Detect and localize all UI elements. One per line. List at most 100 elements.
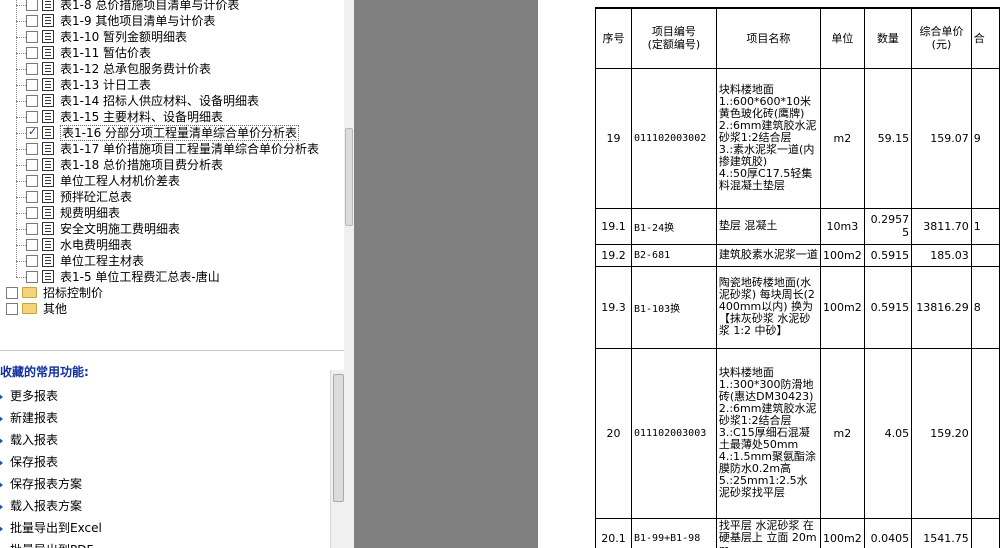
report-document-icon bbox=[42, 0, 54, 11]
cell-qty: 59.15 bbox=[863, 67, 913, 209]
tree-item[interactable]: 单位工程人材机价差表 bbox=[16, 165, 181, 189]
report-document-icon bbox=[42, 222, 54, 235]
tree-item-label: 表1-17 单价措施项目工程量清单综合单价分析表 bbox=[60, 142, 320, 156]
report-document-icon bbox=[42, 270, 54, 283]
tree-item[interactable]: 表1-8 总价措施项目清单与计价表 bbox=[16, 0, 239, 13]
favorite-link[interactable]: 批量导出到Excel bbox=[0, 519, 102, 537]
tree-connector bbox=[16, 197, 26, 198]
cell-next bbox=[970, 347, 1000, 519]
tree-item-checkbox[interactable] bbox=[26, 142, 38, 155]
cell-name: 找平层 水泥砂浆 在硬基层上 立面 20mm bbox=[715, 517, 822, 548]
cell-seq: 20.1 bbox=[595, 517, 632, 548]
tree-item-checkbox[interactable] bbox=[26, 270, 38, 283]
report-page: 序号 项目编号 (定额编号) 项目名称 单位 数量 综合单价 (元) 合 19 0… bbox=[538, 0, 1000, 548]
table-row: 19.3 B1-103换 陶瓷地砖楼地面(水泥砂浆) 每块周长(2400mm以内) … bbox=[595, 265, 1000, 349]
tree-item[interactable]: 安全文明施工费明细表 bbox=[16, 213, 180, 237]
cell-qty: 0.5915 bbox=[863, 243, 913, 267]
report-document-icon bbox=[42, 174, 54, 187]
tree-item-checkbox[interactable] bbox=[26, 46, 38, 59]
tree-item-checkbox[interactable] bbox=[26, 14, 38, 27]
favorite-link-label: 保存报表 bbox=[10, 455, 59, 469]
tree-item-checkbox[interactable] bbox=[26, 174, 38, 187]
report-document-icon bbox=[42, 206, 54, 219]
tree-connector-vertical bbox=[16, 85, 17, 101]
favorite-link-label: 保存报表方案 bbox=[10, 477, 83, 491]
tree-item[interactable]: 表1-17 单价措施项目工程量清单综合单价分析表 bbox=[16, 133, 320, 157]
tree-item[interactable]: 水电费明细表 bbox=[16, 229, 132, 253]
tree-item[interactable]: 表1-9 其他项目清单与计价表 bbox=[16, 5, 215, 29]
tree-folder[interactable]: 其他 bbox=[6, 301, 67, 317]
tree-item-checkbox[interactable] bbox=[26, 222, 38, 235]
favorites-panel: 收藏的常用功能: 更多报表 新建报表 载入报表 保存报表 保存报表方案 载入报表方案 批量导… bbox=[0, 350, 344, 548]
tree-item-checkbox[interactable] bbox=[26, 158, 38, 171]
tree-connector bbox=[16, 101, 26, 102]
favorite-link[interactable]: 载入报表 bbox=[0, 431, 58, 449]
cell-seq: 19 bbox=[595, 67, 632, 209]
folder-icon bbox=[22, 303, 37, 314]
tree-item[interactable]: 表1-15 主要材料、设备明细表 bbox=[16, 101, 223, 125]
favorite-link-label: 更多报表 bbox=[10, 389, 59, 403]
tree-connector bbox=[16, 117, 26, 118]
tree-connector-vertical bbox=[16, 37, 17, 53]
header-price: 综合单价 (元) bbox=[911, 7, 972, 69]
tree-item-checkbox[interactable] bbox=[26, 254, 38, 267]
tree-folder-label: 其他 bbox=[43, 302, 68, 316]
tree-connector-vertical bbox=[16, 165, 17, 181]
tree-item-checkbox[interactable] bbox=[26, 238, 38, 251]
tree-connector-vertical bbox=[16, 229, 17, 245]
tree-item-checkbox[interactable] bbox=[26, 124, 38, 140]
favorite-link-label: 批量导出到Excel bbox=[10, 521, 102, 535]
tree-item[interactable]: 表1-11 暂估价表 bbox=[16, 37, 151, 61]
favorite-link[interactable]: 新建报表 bbox=[0, 409, 58, 427]
tree-item[interactable]: 单位工程主材表 bbox=[16, 245, 144, 269]
tree-item-checkbox[interactable] bbox=[26, 62, 38, 75]
table-row: 19.1 B1-24换 垫层 混凝土 10m3 0.2957 5 3811.70 1 bbox=[595, 207, 1000, 245]
tree-item[interactable]: 表1-14 招标人供应材料、设备明细表 bbox=[16, 85, 259, 109]
tree-item[interactable]: 表1-5 单位工程费汇总表-唐山 bbox=[16, 261, 220, 285]
tree-item-checkbox[interactable] bbox=[26, 0, 38, 11]
tree-item[interactable]: 表1-16 分部分项工程量清单综合单价分析表 bbox=[16, 117, 300, 141]
tree-item-checkbox[interactable] bbox=[26, 78, 38, 91]
favorites-scrollbar[interactable] bbox=[330, 370, 346, 548]
tree-item[interactable]: 表1-13 计日工表 bbox=[16, 69, 151, 93]
tree-item[interactable]: 预拌砼汇总表 bbox=[16, 181, 132, 205]
arrow-right-icon bbox=[0, 480, 3, 489]
cell-unit: m2 bbox=[820, 67, 865, 209]
tree-item-checkbox[interactable] bbox=[26, 94, 38, 107]
cell-next: 9 bbox=[970, 67, 1000, 209]
favorites-scrollbar-thumb[interactable] bbox=[333, 374, 344, 502]
tree-item[interactable]: 表1-10 暂列金额明细表 bbox=[16, 21, 187, 45]
tree-item-checkbox[interactable] bbox=[26, 30, 38, 43]
cell-seq: 20 bbox=[595, 347, 632, 519]
report-document-icon bbox=[42, 238, 54, 251]
tree-folder-checkbox[interactable] bbox=[6, 286, 18, 299]
tree-item-checkbox[interactable] bbox=[26, 206, 38, 219]
tree-item[interactable]: 表1-12 总承包服务费计价表 bbox=[16, 53, 211, 77]
tree-item-checkbox[interactable] bbox=[26, 190, 38, 203]
tree-item-label: 单位工程人材机价差表 bbox=[60, 174, 181, 188]
tree-connector bbox=[16, 37, 26, 38]
tree-connector-vertical bbox=[16, 117, 17, 133]
tree-item-label: 表1-18 总价措施项目费分析表 bbox=[60, 158, 224, 172]
tree-item[interactable]: 规费明细表 bbox=[16, 197, 120, 221]
favorite-link[interactable]: 更多报表 bbox=[0, 387, 58, 405]
table-row: 20.1B1-99+B1-98找平层 水泥砂浆 在硬基层上 立面 20mm100… bbox=[595, 517, 1000, 548]
favorite-link[interactable]: 载入报表方案 bbox=[0, 497, 82, 515]
tree-connector-vertical bbox=[16, 261, 17, 277]
favorite-link[interactable]: 保存报表方案 bbox=[0, 475, 82, 493]
report-tree[interactable]: 表1-8 总价措施项目清单与计价表 表1-9 其他项目清单与计价表 表1-10 暂列… bbox=[0, 0, 348, 340]
tree-folder[interactable]: 招标控制价 bbox=[6, 285, 103, 301]
favorite-link[interactable]: 保存报表 bbox=[0, 453, 58, 471]
tree-scrollbar-thumb[interactable] bbox=[345, 128, 353, 226]
favorite-link[interactable]: 批量导出到PDF bbox=[0, 541, 93, 548]
tree-item[interactable]: 表1-18 总价措施项目费分析表 bbox=[16, 149, 224, 173]
tree-folder-checkbox[interactable] bbox=[6, 302, 18, 315]
cell-qty: 4.05 bbox=[863, 347, 913, 519]
tree-connector bbox=[16, 69, 26, 70]
tree-connector-vertical bbox=[16, 197, 17, 213]
cell-name: 建筑胶素水泥浆一道 bbox=[715, 243, 822, 267]
cell-code: B2-681 bbox=[631, 243, 717, 267]
tree-item-checkbox[interactable] bbox=[26, 110, 38, 123]
tree-connector bbox=[16, 53, 26, 54]
cell-unit: 100m2 bbox=[820, 265, 865, 349]
